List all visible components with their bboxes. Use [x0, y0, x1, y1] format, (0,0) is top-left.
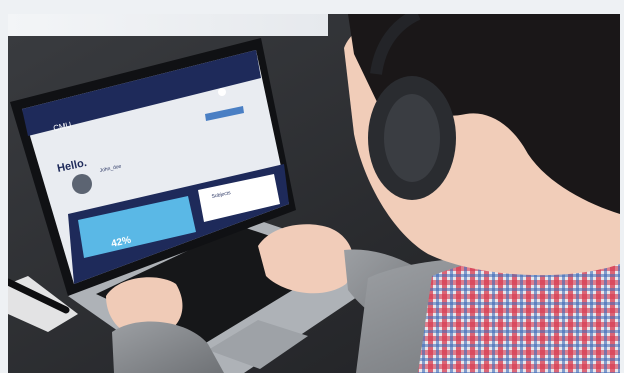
wall-background: [8, 14, 328, 36]
avatar-icon: [218, 88, 226, 96]
headphone-cushion: [384, 94, 440, 182]
photo: CMU Hello. John_doe 42% Subjects: [8, 14, 620, 373]
photo-frame: CMU Hello. John_doe 42% Subjects: [8, 14, 620, 373]
user-avatar-icon: [72, 174, 92, 194]
